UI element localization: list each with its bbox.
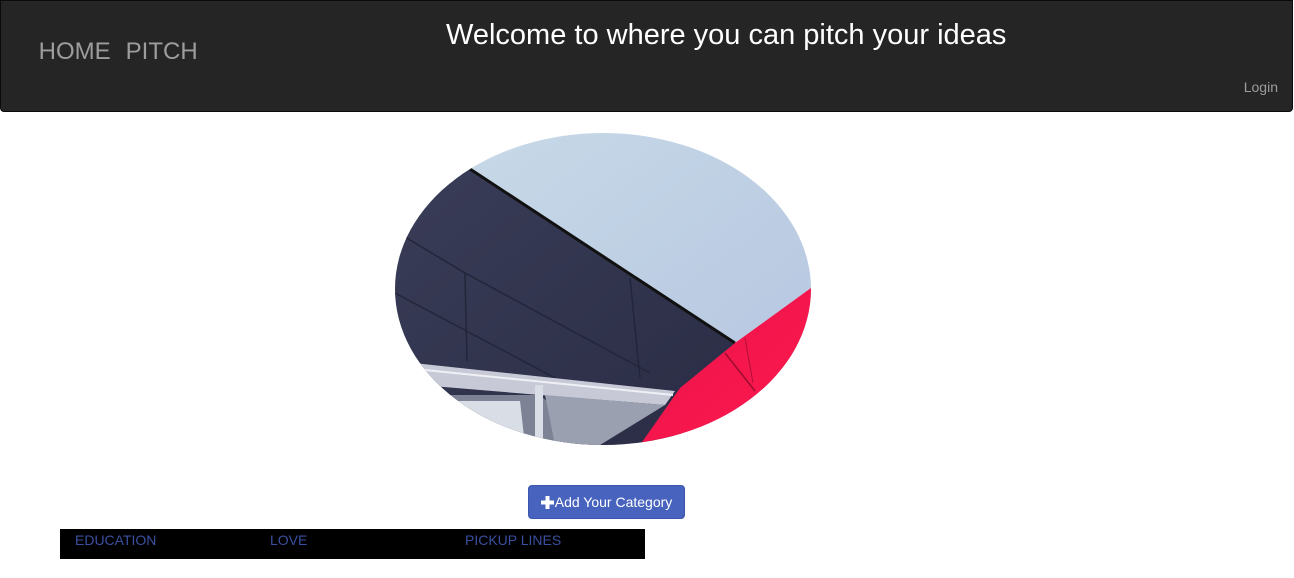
login-link[interactable]: Login [1244, 79, 1278, 95]
category-link-pickup-lines[interactable]: PICKUP LINES [465, 532, 561, 548]
category-link-education[interactable]: EDUCATION [75, 532, 156, 548]
top-navbar: HOME PITCH Welcome to where you can pitch… [0, 0, 1293, 112]
nav-pitch-link[interactable]: PITCH [126, 38, 198, 65]
add-category-label: Add Your Category [554, 494, 673, 510]
page-title: Welcome to where you can pitch your idea… [446, 19, 1007, 51]
plus-icon [540, 495, 554, 509]
navbar-brand: HOME PITCH [12, 10, 213, 94]
add-category-button[interactable]: Add Your Category [528, 485, 685, 519]
category-link-love[interactable]: LOVE [270, 532, 307, 548]
nav-home-link[interactable]: HOME [39, 38, 111, 65]
building-photo [395, 133, 811, 445]
category-bar: EDUCATION LOVE PICKUP LINES [60, 529, 645, 559]
hero-image [395, 133, 811, 445]
